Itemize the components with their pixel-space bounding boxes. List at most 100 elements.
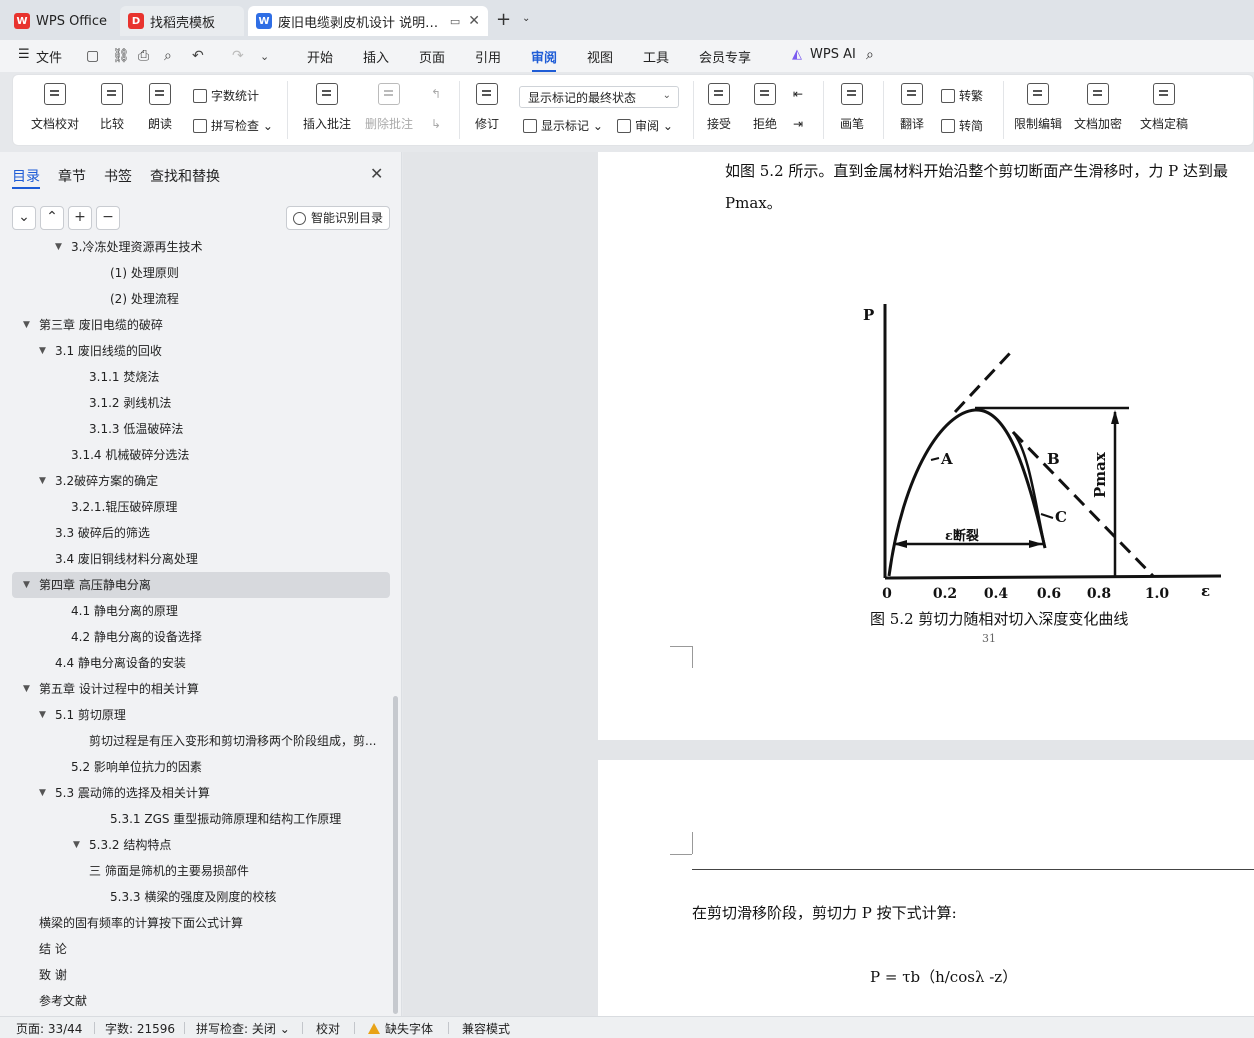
toc-item[interactable]: 3.1.3 低温破碎法	[12, 416, 390, 442]
expand-triangle-icon[interactable]: ▼	[39, 338, 46, 364]
toc-item[interactable]: 3.2.1.辊压破碎原理	[12, 494, 390, 520]
toc-item[interactable]: 参考文献	[12, 988, 390, 1014]
word-count-indicator[interactable]: 字数: 21596	[105, 1020, 175, 1037]
expand-triangle-icon[interactable]: ▼	[73, 832, 80, 858]
share-icon[interactable]: ⛓	[112, 48, 130, 64]
tab-wps-office[interactable]: W WPS Office	[6, 6, 116, 36]
spell-check-indicator[interactable]: 拼写检查: 关闭 ⌄	[196, 1020, 290, 1037]
tab-toc[interactable]: 目录	[12, 166, 40, 186]
collapse-up-button[interactable]: ⌃	[40, 206, 64, 230]
menu-insert[interactable]: 插入	[363, 47, 389, 66]
tab-docer-templates[interactable]: D 找稻壳模板	[120, 6, 244, 36]
next-change-icon[interactable]: ⇥	[793, 117, 803, 131]
toc-item[interactable]: ▼ 第三章 废旧电缆的破碎	[12, 312, 390, 338]
menu-home[interactable]: 开始	[307, 47, 333, 66]
expand-triangle-icon[interactable]: ▼	[55, 238, 62, 260]
toc-item[interactable]: ▼ 3.1 废旧线缆的回收	[12, 338, 390, 364]
toc-item[interactable]: 结 论	[12, 936, 390, 962]
toc-item[interactable]: 横梁的固有频率的计算按下面公式计算	[12, 910, 390, 936]
show-markup-button[interactable]: 显示标记 ⌄	[523, 117, 603, 134]
menu-member[interactable]: 会员专享	[699, 47, 751, 66]
search-icon[interactable]: ⌕	[866, 47, 874, 63]
toc-item[interactable]: ▼ 5.3 震动筛的选择及相关计算	[12, 780, 390, 806]
menu-file[interactable]: 文件	[36, 47, 62, 66]
accept-button[interactable]: 接受	[697, 83, 741, 132]
menu-tools[interactable]: 工具	[643, 47, 669, 66]
translate-button[interactable]: 翻译	[887, 83, 937, 132]
toc-item[interactable]: 4.4 静电分离设备的安装	[12, 650, 390, 676]
toc-item[interactable]: ▼ 第五章 设计过程中的相关计算	[12, 676, 390, 702]
reject-button[interactable]: 拒绝	[743, 83, 787, 132]
toc-item[interactable]: 剪切过程是有压入变形和剪切滑移两个阶段组成，剪...	[12, 728, 390, 754]
toc-item[interactable]: ▼ 5.1 剪切原理	[12, 702, 390, 728]
prev-change-icon[interactable]: ⇤	[793, 87, 803, 101]
proofread-button[interactable]: 文档校对	[25, 83, 85, 132]
pen-button[interactable]: 画笔	[827, 83, 877, 132]
prev-comment-icon[interactable]: ↰	[431, 87, 441, 101]
toc-item[interactable]: ▼ 3.2破碎方案的确定	[12, 468, 390, 494]
expand-triangle-icon[interactable]: ▼	[23, 572, 30, 598]
toc-item[interactable]: 3.1.1 焚烧法	[12, 364, 390, 390]
expand-triangle-icon[interactable]: ▼	[23, 676, 30, 702]
redo-icon[interactable]: ↷	[232, 48, 244, 64]
toc-item[interactable]: (1) 处理原则	[12, 260, 390, 286]
undo-icon[interactable]: ↶	[192, 48, 204, 64]
toc-item[interactable]: 5.2 影响单位抗力的因素	[12, 754, 390, 780]
expand-triangle-icon[interactable]: ▼	[39, 780, 46, 806]
insert-comment-button[interactable]: 插入批注	[297, 83, 357, 132]
chevron-down-icon[interactable]: ⌄	[522, 13, 530, 24]
toc-item[interactable]: 致 谢	[12, 962, 390, 988]
save-icon[interactable]: ▢	[86, 48, 99, 64]
tab-current-document[interactable]: W 废旧电缆剥皮机设计 说明书（ ▭ ✕	[248, 6, 488, 36]
restrict-edit-button[interactable]: 限制编辑	[1009, 83, 1067, 132]
to-simplified-button[interactable]: 转简	[941, 117, 983, 134]
spell-check-button[interactable]: 拼写检查 ⌄	[193, 117, 273, 134]
toc-item[interactable]: 3.1.2 剥线机法	[12, 390, 390, 416]
close-tab-icon[interactable]: ✕	[468, 13, 480, 29]
toc-item[interactable]: ▼ 第四章 高压静电分离	[12, 572, 390, 598]
print-preview-icon[interactable]: ⌕	[164, 48, 172, 64]
expand-triangle-icon[interactable]: ▼	[39, 702, 46, 728]
encrypt-button[interactable]: 文档加密	[1069, 83, 1127, 132]
to-traditional-button[interactable]: 转繁	[941, 87, 983, 104]
read-aloud-button[interactable]: 朗读	[137, 83, 183, 132]
proof-indicator[interactable]: 校对	[316, 1020, 340, 1037]
missing-font-indicator[interactable]: 缺失字体	[368, 1020, 433, 1037]
toc-item[interactable]: ▼ 5.3.2 结构特点	[12, 832, 390, 858]
markup-state-select[interactable]: 显示标记的最终状态 ⌄	[519, 86, 679, 108]
add-heading-button[interactable]: +	[68, 206, 92, 230]
next-comment-icon[interactable]: ↳	[431, 117, 441, 131]
toc-item[interactable]: 3.1.4 机械破碎分选法	[12, 442, 390, 468]
menu-view[interactable]: 视图	[587, 47, 613, 66]
toc-item[interactable]: 3.3 破碎后的筛选	[12, 520, 390, 546]
page-indicator[interactable]: 页面: 33/44	[16, 1020, 82, 1037]
toc-item[interactable]: 3.4 废旧铜线材料分离处理	[12, 546, 390, 572]
screen-icon[interactable]: ▭	[446, 15, 460, 28]
menu-references[interactable]: 引用	[475, 47, 501, 66]
chevron-down-icon[interactable]: ⌄	[260, 50, 269, 63]
review-pane-button[interactable]: 审阅 ⌄	[617, 117, 673, 134]
finalize-button[interactable]: 文档定稿	[1131, 83, 1197, 132]
tab-bookmarks[interactable]: 书签	[104, 166, 132, 186]
word-count-button[interactable]: 字数统计	[193, 87, 259, 104]
toc-item[interactable]: 4.2 静电分离的设备选择	[12, 624, 390, 650]
close-icon[interactable]: ✕	[370, 164, 383, 183]
compare-button[interactable]: 比较	[89, 83, 135, 132]
toc-item[interactable]: ▼ 3.冷冻处理资源再生技术	[12, 238, 390, 260]
menu-page[interactable]: 页面	[419, 47, 445, 66]
menu-review[interactable]: 审阅	[531, 47, 557, 66]
new-tab-button[interactable]: +	[496, 9, 511, 30]
expand-triangle-icon[interactable]: ▼	[23, 312, 30, 338]
expand-down-button[interactable]: ⌄	[12, 206, 36, 230]
revise-button[interactable]: 修订	[465, 83, 509, 132]
toc-item[interactable]: 4.1 静电分离的原理	[12, 598, 390, 624]
smart-toc-button[interactable]: 智能识别目录	[286, 206, 390, 230]
tab-find-replace[interactable]: 查找和替换	[150, 166, 220, 186]
print-icon[interactable]: ⎙	[138, 48, 149, 64]
delete-comment-button[interactable]: 删除批注	[359, 83, 419, 132]
toc-item[interactable]: 5.3.3 横梁的强度及刚度的校核	[12, 884, 390, 910]
toc-scrollbar[interactable]	[393, 696, 398, 1014]
expand-triangle-icon[interactable]: ▼	[39, 468, 46, 494]
toc-item[interactable]: 5.3.1 ZGS 重型振动筛原理和结构工作原理	[12, 806, 390, 832]
hamburger-icon[interactable]: ☰	[18, 47, 30, 62]
